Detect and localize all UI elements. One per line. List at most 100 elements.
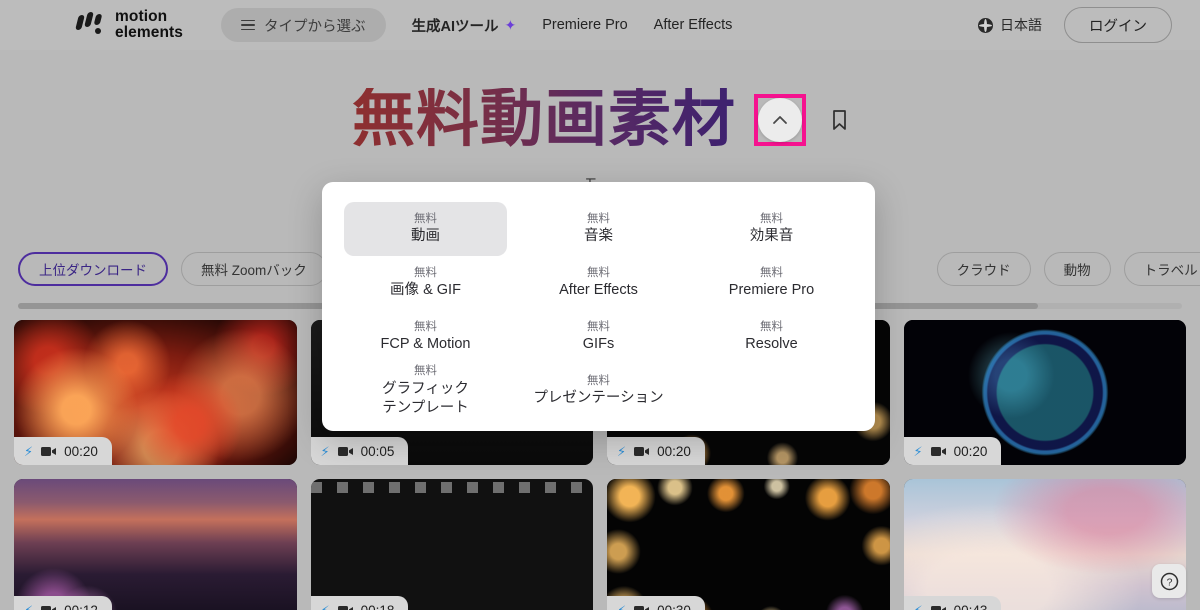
category-collapse-button[interactable] — [758, 97, 802, 142]
svg-text:?: ? — [1166, 576, 1172, 588]
dropdown-item-free-images-gif[interactable]: 無料 画像 & GIF — [344, 256, 507, 310]
dropdown-item-label: プレゼンテーション — [533, 390, 664, 407]
dropdown-item-empty-slot — [690, 364, 853, 418]
duration-badge: ⚡ 00:05 — [310, 437, 409, 465]
dropdown-item-free-label: 無料 — [587, 320, 610, 333]
pill-top-downloads[interactable]: 上位ダウンロード — [18, 252, 168, 286]
type-selector-label: タイプから選ぶ — [264, 18, 366, 35]
dropdown-item-free-music[interactable]: 無料 音楽 — [517, 202, 680, 256]
duration-badge: ⚡ 00:20 — [903, 437, 1002, 465]
site-header: motion elements タイプから選ぶ 生成AIツール ✦ Premie… — [0, 0, 1200, 50]
video-card[interactable]: ⚡ 00:20 — [14, 320, 297, 465]
bookmark-button[interactable] — [831, 109, 848, 131]
duration-text: 00:20 — [953, 443, 988, 459]
duration-text: 00:20 — [64, 443, 98, 459]
dropdown-item-free-gifs[interactable]: 無料 GIFs — [517, 310, 680, 364]
duration-text: 00:30 — [657, 602, 691, 610]
duration-badge: ⚡ 00:20 — [14, 437, 112, 465]
duration-text: 00:12 — [64, 602, 98, 610]
nav-item-premiere-pro-label: Premiere Pro — [542, 17, 628, 33]
pill-label: 無料 Zoomバック — [201, 263, 307, 278]
video-card[interactable]: ⚡ 00:12 — [14, 479, 297, 610]
lightning-icon: ⚡ — [617, 443, 627, 459]
login-button[interactable]: ログイン — [1064, 7, 1172, 43]
dropdown-item-free-fcp-motion[interactable]: 無料 FCP & Motion — [344, 310, 507, 364]
bookmark-icon — [833, 109, 846, 130]
category-dropdown-panel: 無料 動画 無料 音楽 無料 効果音 無料 画像 & GIF 無料 After … — [322, 182, 875, 431]
page-title: 無料動画素材 — [352, 84, 736, 154]
dropdown-item-label: 動画 — [411, 228, 440, 245]
duration-badge: ⚡ 00:20 — [607, 437, 705, 465]
title-row: 無料動画素材 — [0, 88, 1200, 151]
login-button-label: ログイン — [1089, 18, 1147, 35]
video-camera-icon — [337, 446, 353, 457]
dropdown-item-free-presentation[interactable]: 無料 プレゼンテーション — [517, 364, 680, 418]
pill-label: トラベル — [1143, 263, 1198, 278]
dropdown-item-free-label: 無料 — [414, 212, 437, 225]
nav-item-after-effects[interactable]: After Effects — [654, 17, 733, 33]
duration-text: 00:20 — [657, 443, 691, 459]
nav-item-ai-tools[interactable]: 生成AIツール ✦ — [412, 15, 517, 36]
lightning-icon: ⚡ — [24, 602, 34, 610]
dropdown-item-free-sound-effects[interactable]: 無料 効果音 — [690, 202, 853, 256]
dropdown-item-label: After Effects — [559, 282, 638, 299]
site-logo[interactable]: motion elements — [75, 7, 183, 42]
pill-animals[interactable]: 動物 — [1043, 252, 1111, 286]
dropdown-item-free-label: 無料 — [587, 374, 610, 387]
pill-cloud[interactable]: クラウド — [936, 252, 1031, 286]
video-thumbnail — [607, 479, 890, 610]
video-camera-icon — [930, 605, 946, 610]
header-right-group: 日本語 ログイン — [978, 7, 1182, 43]
video-card[interactable]: ⚡ 00:18 — [310, 479, 593, 610]
dropdown-item-free-premiere-pro[interactable]: 無料 Premiere Pro — [690, 256, 853, 310]
pill-free-zoom-background[interactable]: 無料 Zoomバック — [181, 252, 327, 286]
logo-line-1: motion — [115, 7, 168, 25]
pill-label: 動物 — [1063, 263, 1091, 278]
collapse-button-highlight — [754, 93, 806, 146]
video-card[interactable]: ⚡ 00:30 — [607, 479, 890, 610]
duration-badge: ⚡ 00:12 — [14, 596, 112, 610]
dropdown-item-label: Resolve — [745, 336, 798, 353]
video-card[interactable]: ⚡ 00:20 — [903, 320, 1186, 465]
dropdown-item-label: 音楽 — [584, 228, 613, 245]
dropdown-item-label: GIFs — [582, 336, 615, 353]
dropdown-item-label: Premiere Pro — [728, 282, 815, 299]
sparkle-icon: ✦ — [504, 16, 517, 33]
logo-wordmark: motion elements — [115, 7, 183, 42]
hero-section: 無料動画素材 モ — [0, 50, 1200, 194]
duration-text: 00:43 — [953, 602, 988, 610]
pill-label: 上位ダウンロード — [39, 263, 147, 278]
video-camera-icon — [634, 605, 650, 610]
nav-item-ai-tools-label: 生成AIツール — [411, 18, 499, 35]
question-mark-circle-icon: ? — [1160, 572, 1178, 590]
video-camera-icon — [41, 605, 57, 610]
dropdown-item-free-label: 無料 — [587, 212, 610, 225]
duration-badge: ⚡ 00:30 — [607, 596, 705, 610]
dropdown-item-label: FCP & Motion — [380, 336, 471, 353]
dropdown-item-free-after-effects[interactable]: 無料 After Effects — [517, 256, 680, 310]
type-selector-button[interactable]: タイプから選ぶ — [221, 8, 386, 42]
help-button[interactable]: ? — [1152, 564, 1186, 598]
chevron-up-icon — [773, 115, 787, 124]
dropdown-item-free-label: 無料 — [760, 266, 783, 279]
duration-text: 00:18 — [360, 602, 395, 610]
dropdown-item-label: 効果音 — [749, 228, 794, 245]
nav-item-premiere-pro[interactable]: Premiere Pro — [542, 17, 627, 33]
hamburger-icon — [241, 19, 255, 31]
lightning-icon: ⚡ — [617, 602, 627, 610]
dropdown-item-free-label: 無料 — [760, 212, 783, 225]
language-selector[interactable]: 日本語 — [978, 15, 1042, 35]
pill-travel[interactable]: トラベル — [1123, 252, 1200, 286]
dropdown-item-free-resolve[interactable]: 無料 Resolve — [690, 310, 853, 364]
dropdown-item-free-graphic-templates[interactable]: 無料 グラフィック テンプレート — [344, 364, 507, 418]
video-camera-icon — [337, 605, 353, 610]
dropdown-item-free-video[interactable]: 無料 動画 — [344, 202, 507, 256]
lightning-icon: ⚡ — [913, 602, 923, 610]
video-thumbnail — [903, 479, 1186, 610]
video-card[interactable]: ⚡ 00:43 — [903, 479, 1186, 610]
lightning-icon: ⚡ — [24, 443, 34, 459]
lightning-icon: ⚡ — [320, 443, 330, 459]
dropdown-item-free-label: 無料 — [760, 320, 783, 333]
video-thumbnail — [14, 479, 297, 610]
video-camera-icon — [634, 446, 650, 457]
